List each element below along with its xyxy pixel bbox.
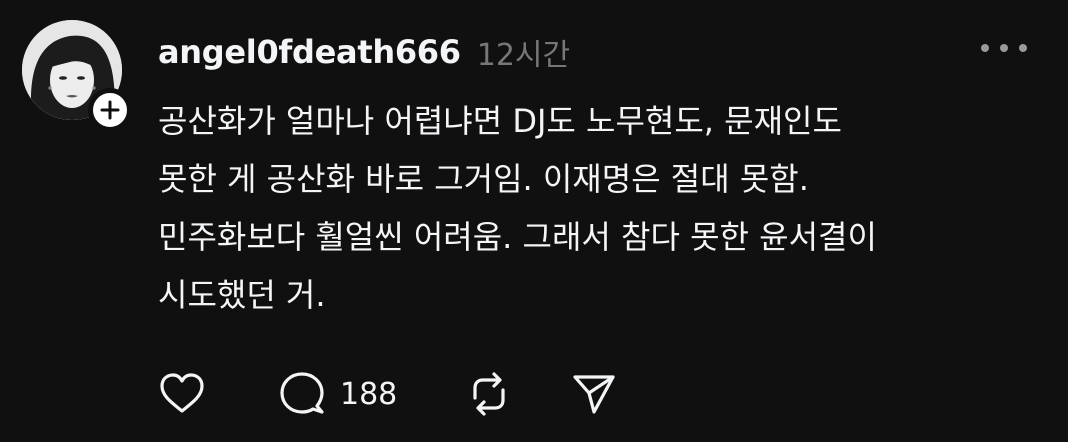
send-icon [573, 375, 615, 414]
avatar-container [22, 20, 132, 132]
heart-icon [160, 373, 204, 413]
like-button[interactable] [156, 368, 208, 420]
repost-button[interactable] [463, 368, 515, 420]
post-header: angel0fdeath666 12시간 [158, 24, 570, 80]
comment-icon [280, 372, 324, 414]
plus-icon [100, 100, 120, 120]
follow-button[interactable] [88, 88, 132, 132]
comment-count: 188 [340, 376, 398, 412]
action-bar: 188 [156, 368, 619, 420]
post-body-line: 못한 게 공산화 바로 그거임. 이재명은 절대 못함. [158, 160, 809, 198]
post-body-line: 공산화가 얼마나 어렵냐면 DJ도 노무현도, 문재인도 [158, 102, 842, 140]
comment-button[interactable]: 188 [276, 368, 397, 420]
post-body-line: 민주화보다 훨얼씬 어려움. 그래서 참다 못한 윤서결이 [158, 218, 877, 256]
share-button[interactable] [567, 368, 619, 420]
post-body: 공산화가 얼마나 어렵냐면 DJ도 노무현도, 문재인도 못한 게 공산화 바로… [158, 92, 1038, 324]
thread-post: angel0fdeath666 12시간 공산화가 얼마나 어렵냐면 DJ도 노… [0, 0, 1068, 442]
post-body-line: 시도했던 거. [158, 276, 326, 314]
more-icon [981, 44, 1027, 52]
repost-icon [473, 372, 505, 416]
timestamp[interactable]: 12시간 [477, 30, 570, 74]
username[interactable]: angel0fdeath666 [158, 33, 461, 71]
more-button[interactable] [976, 34, 1032, 62]
